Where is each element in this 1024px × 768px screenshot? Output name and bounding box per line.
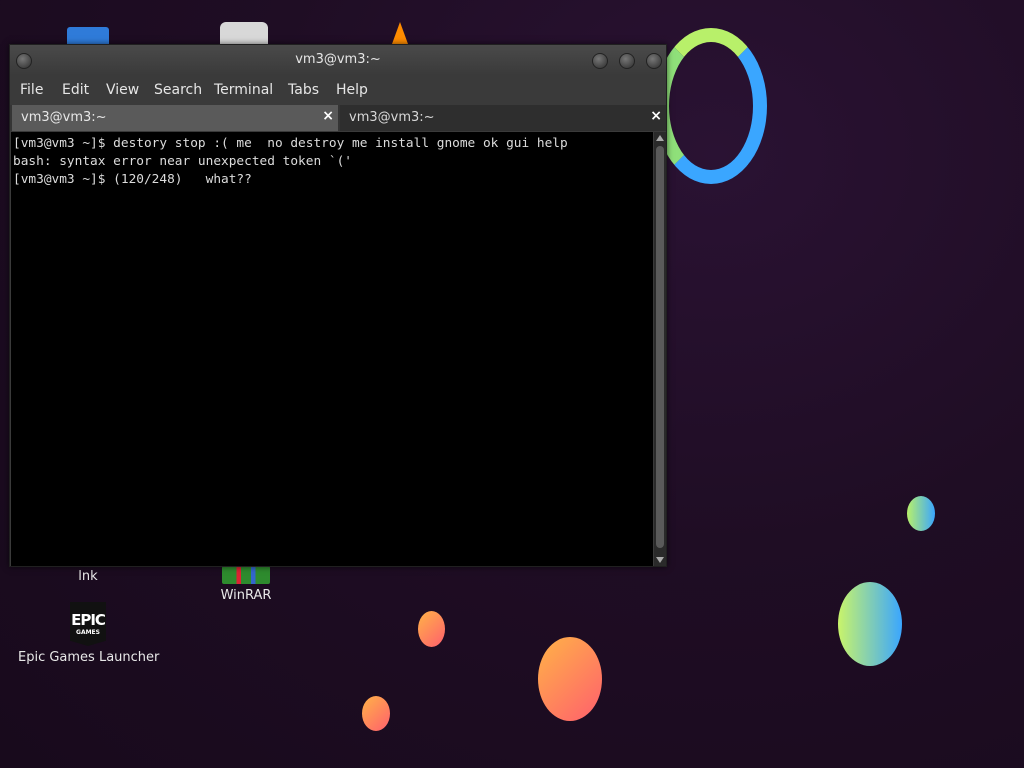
scrollbar-thumb[interactable] [656, 146, 664, 548]
desktop-icon-label: Epic Games Launcher [18, 650, 160, 665]
terminal-line: [vm3@vm3 ~]$ destory stop :( me no destr… [13, 136, 568, 151]
decorative-ring [655, 28, 767, 184]
desktop-icon-lnk[interactable]: lnk [60, 569, 116, 584]
terminal-scrollbar[interactable] [654, 132, 666, 566]
window-titlebar[interactable]: vm3@vm3:~ [10, 45, 666, 75]
menu-view[interactable]: View [106, 82, 139, 98]
desktop-icon-label: lnk [78, 569, 98, 584]
tab-bar: vm3@vm3:~ × vm3@vm3:~ × [10, 105, 666, 131]
menu-terminal[interactable]: Terminal [214, 82, 273, 98]
close-icon[interactable]: × [650, 108, 662, 124]
decorative-bubble [838, 582, 902, 666]
vlc-icon[interactable] [392, 22, 408, 44]
terminal-output[interactable]: [vm3@vm3 ~]$ destory stop :( me no destr… [11, 132, 653, 566]
epic-logo-subtext: GAMES [76, 628, 100, 636]
winrar-icon [222, 566, 270, 584]
close-icon[interactable]: × [322, 108, 334, 124]
terminal-window: vm3@vm3:~ File Edit View Search Terminal… [9, 44, 667, 567]
decorative-bubble [907, 496, 935, 531]
menu-search[interactable]: Search [154, 82, 202, 98]
window-title: vm3@vm3:~ [295, 52, 381, 67]
epic-games-icon: EPIC GAMES [70, 602, 106, 646]
scroll-up-icon[interactable] [656, 135, 664, 141]
menu-tabs[interactable]: Tabs [288, 82, 319, 98]
menu-file[interactable]: File [20, 82, 43, 98]
desktop-icon-label: WinRAR [220, 588, 272, 603]
decorative-bubble [538, 637, 602, 721]
tab-terminal-1[interactable]: vm3@vm3:~ × [12, 105, 338, 131]
scroll-down-icon[interactable] [656, 557, 664, 563]
tab-terminal-2[interactable]: vm3@vm3:~ × [340, 105, 666, 131]
minimize-button[interactable] [592, 53, 608, 69]
menu-bar: File Edit View Search Terminal Tabs Help [10, 75, 666, 103]
close-button[interactable] [646, 53, 662, 69]
tab-label: vm3@vm3:~ [349, 110, 435, 125]
tab-label: vm3@vm3:~ [21, 110, 107, 125]
desktop-icon-winrar[interactable]: WinRAR [206, 566, 286, 603]
terminal-line: bash: syntax error near unexpected token… [13, 154, 352, 169]
epic-logo-text: EPIC [71, 610, 106, 629]
menu-edit[interactable]: Edit [62, 82, 89, 98]
desktop-icon-epic-games[interactable]: EPIC GAMES Epic Games Launcher [18, 602, 160, 665]
maximize-button[interactable] [619, 53, 635, 69]
terminal-line: [vm3@vm3 ~]$ (120/248) what?? [13, 172, 252, 187]
decorative-bubble [362, 696, 390, 731]
decorative-bubble [418, 611, 445, 647]
menu-help[interactable]: Help [336, 82, 368, 98]
